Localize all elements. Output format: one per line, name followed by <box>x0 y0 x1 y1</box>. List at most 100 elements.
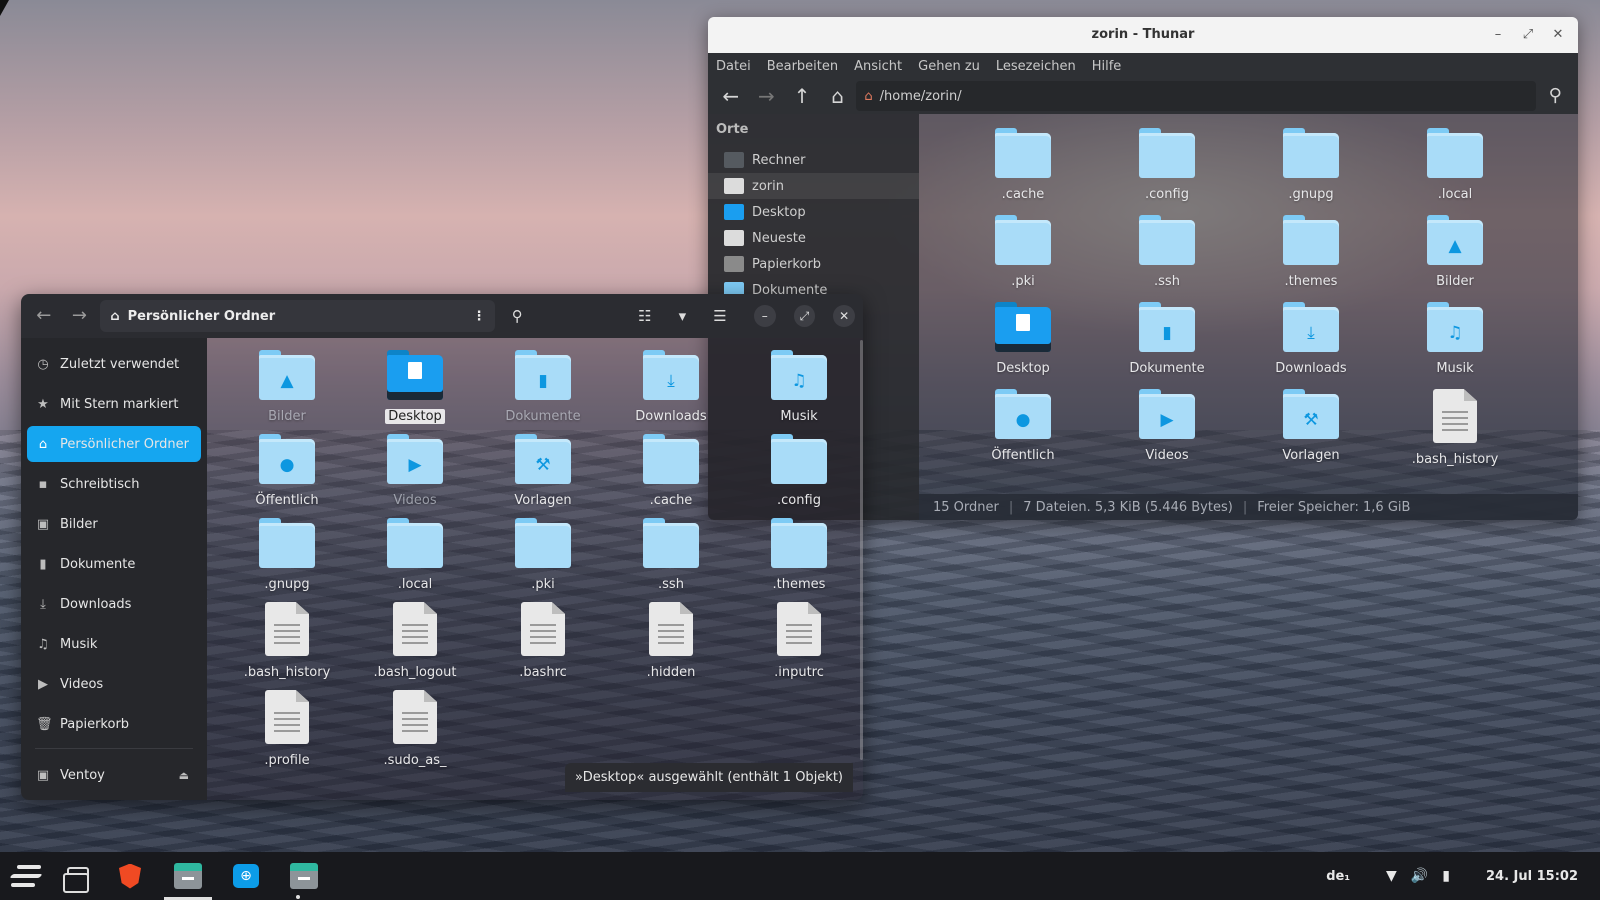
file-item[interactable]: ⤓ Downloads <box>1239 302 1383 376</box>
close-button[interactable]: ✕ <box>1548 25 1568 45</box>
sidebar-item-musik[interactable]: ♫ Musik <box>27 626 201 662</box>
menu-item-bearbeiten[interactable]: Bearbeiten <box>767 59 838 78</box>
back-arrow-icon[interactable]: ← <box>714 81 748 111</box>
sidebar-item-downloads[interactable]: ⤓ Downloads <box>27 586 201 622</box>
file-item[interactable]: .gnupg <box>1239 128 1383 202</box>
file-item[interactable]: ▮ Dokumente <box>479 350 607 424</box>
wifi-icon[interactable]: ▼ <box>1386 868 1397 884</box>
close-button[interactable]: ✕ <box>833 305 855 327</box>
files-headerbar[interactable]: ← → ⌂ Persönlicher Ordner ⋮ ⚲ ☷ ▾ ☰ – ⤢ … <box>21 294 863 338</box>
sidebar-item-persönlicher-ordner[interactable]: ⌂ Persönlicher Ordner <box>27 426 201 462</box>
menu-item-datei[interactable]: Datei <box>716 59 751 78</box>
sidebar-item-ventoy[interactable]: ▣ Ventoy ⏏ <box>27 757 201 793</box>
sidebar-item-dokumente[interactable]: ▮ Dokumente <box>27 546 201 582</box>
keyboard-layout[interactable]: de₁ <box>1326 869 1350 884</box>
file-item[interactable]: .cache <box>607 434 735 508</box>
home-icon[interactable]: ⌂ <box>821 81 855 111</box>
zorin-menu-button[interactable] <box>0 852 52 900</box>
desktop-folder-icon <box>995 302 1051 352</box>
file-item[interactable]: .cache <box>951 128 1095 202</box>
file-item[interactable]: ▶ Videos <box>1095 389 1239 467</box>
thunar-taskbar-button[interactable] <box>272 852 336 900</box>
sidebar-item-zorin[interactable]: zorin <box>708 173 919 199</box>
menu-dots-icon[interactable]: ⋮ <box>472 309 485 324</box>
sidebar-item-mit-stern-markiert[interactable]: ★ Mit Stern markiert <box>27 386 201 422</box>
file-item[interactable]: .gnupg <box>223 518 351 592</box>
file-item[interactable]: .bash_history <box>223 602 351 680</box>
file-item[interactable]: ● Öffentlich <box>223 434 351 508</box>
battery-icon[interactable]: ▮ <box>1442 868 1450 884</box>
maximize-button[interactable]: ⤢ <box>793 305 816 327</box>
file-item[interactable]: Desktop <box>951 302 1095 376</box>
sidebar-item-bilder[interactable]: ▣ Bilder <box>27 506 201 542</box>
maximize-button[interactable]: ⤢ <box>1518 25 1538 45</box>
file-item[interactable]: .config <box>1095 128 1239 202</box>
minimize-button[interactable]: – <box>1488 25 1508 45</box>
file-item[interactable]: .ssh <box>607 518 735 592</box>
menu-item-lesezeichen[interactable]: Lesezeichen <box>996 59 1076 78</box>
sidebar-item-rechner[interactable]: Rechner <box>708 147 919 173</box>
menu-item-gehen-zu[interactable]: Gehen zu <box>918 59 980 78</box>
file-item[interactable]: .bashrc <box>479 602 607 680</box>
file-item[interactable]: ▶ Videos <box>351 434 479 508</box>
file-item[interactable]: ● Öffentlich <box>951 389 1095 467</box>
menu-item-hilfe[interactable]: Hilfe <box>1092 59 1122 78</box>
file-item[interactable]: .sudo_as_ <box>351 690 479 768</box>
folder-body <box>771 439 827 484</box>
file-item[interactable]: .local <box>351 518 479 592</box>
clock[interactable]: 24. Jul 15:02 <box>1486 869 1578 884</box>
file-item[interactable]: .profile <box>223 690 351 768</box>
forward-arrow-icon[interactable]: → <box>750 81 784 111</box>
file-item[interactable]: .themes <box>735 518 863 592</box>
eject-icon[interactable]: ⏏ <box>179 769 189 782</box>
sidebar-item-neueste[interactable]: Neueste <box>708 225 919 251</box>
file-item[interactable]: .bash_logout <box>351 602 479 680</box>
minimize-button[interactable]: – <box>753 305 776 327</box>
file-item[interactable]: .config <box>735 434 863 508</box>
file-item[interactable]: .bash_history <box>1383 389 1527 467</box>
sidebar-item-schreibtisch[interactable]: ▪ Schreibtisch <box>27 466 201 502</box>
up-arrow-icon[interactable]: ↑ <box>785 81 819 111</box>
file-label: .bash_logout <box>373 665 457 680</box>
file-item[interactable]: ⚒ Vorlagen <box>1239 389 1383 467</box>
file-item[interactable]: ⚒ Vorlagen <box>479 434 607 508</box>
path-bar[interactable]: ⌂ Persönlicher Ordner ⋮ <box>100 300 496 332</box>
sidebar-item-videos[interactable]: ▶ Videos <box>27 666 201 702</box>
file-item[interactable]: ♫ Musik <box>1383 302 1527 376</box>
file-item[interactable]: ▮ Dokumente <box>1095 302 1239 376</box>
search-icon[interactable]: ⚲ <box>1538 81 1572 111</box>
file-item[interactable]: ▲ Bilder <box>223 350 351 424</box>
view-list-icon[interactable]: ☷ <box>629 301 661 331</box>
hamburger-menu-icon[interactable]: ☰ <box>704 301 736 331</box>
file-item[interactable]: Desktop <box>351 350 479 424</box>
file-label: .config <box>1145 187 1189 202</box>
sidebar-item-papierkorb[interactable]: Papierkorb <box>708 251 919 277</box>
scrollbar[interactable] <box>860 340 863 760</box>
files-taskbar-button[interactable] <box>156 852 220 900</box>
file-item[interactable]: .ssh <box>1095 215 1239 289</box>
page-fold <box>424 602 437 614</box>
volume-icon[interactable]: 🔊 <box>1411 868 1428 884</box>
file-item[interactable]: .themes <box>1239 215 1383 289</box>
file-item[interactable]: .pki <box>951 215 1095 289</box>
file-item[interactable]: ♫ Musik <box>735 350 863 424</box>
search-icon[interactable]: ⚲ <box>501 301 533 331</box>
file-item[interactable]: .pki <box>479 518 607 592</box>
file-item[interactable]: .local <box>1383 128 1527 202</box>
file-item[interactable]: .hidden <box>607 602 735 680</box>
sidebar-item-desktop[interactable]: Desktop <box>708 199 919 225</box>
location-bar[interactable]: ⌂ /home/zorin/ <box>856 81 1537 111</box>
brave-browser-button[interactable] <box>104 852 156 900</box>
file-item[interactable]: ⤓ Downloads <box>607 350 735 424</box>
file-item[interactable]: ▲ Bilder <box>1383 215 1527 289</box>
thunar-titlebar[interactable]: zorin - Thunar – ⤢ ✕ <box>708 17 1578 53</box>
forward-arrow-icon[interactable]: → <box>65 301 95 331</box>
back-arrow-icon[interactable]: ← <box>29 301 59 331</box>
file-item[interactable]: .inputrc <box>735 602 863 680</box>
software-store-button[interactable]: ⊕ <box>220 852 272 900</box>
chevron-down-icon[interactable]: ▾ <box>667 301 699 331</box>
workspaces-button[interactable] <box>52 852 104 900</box>
sidebar-item-papierkorb[interactable]: 🗑 Papierkorb <box>27 706 201 742</box>
sidebar-item-zuletzt-verwendet[interactable]: ◷ Zuletzt verwendet <box>27 346 201 382</box>
menu-item-ansicht[interactable]: Ansicht <box>854 59 902 78</box>
